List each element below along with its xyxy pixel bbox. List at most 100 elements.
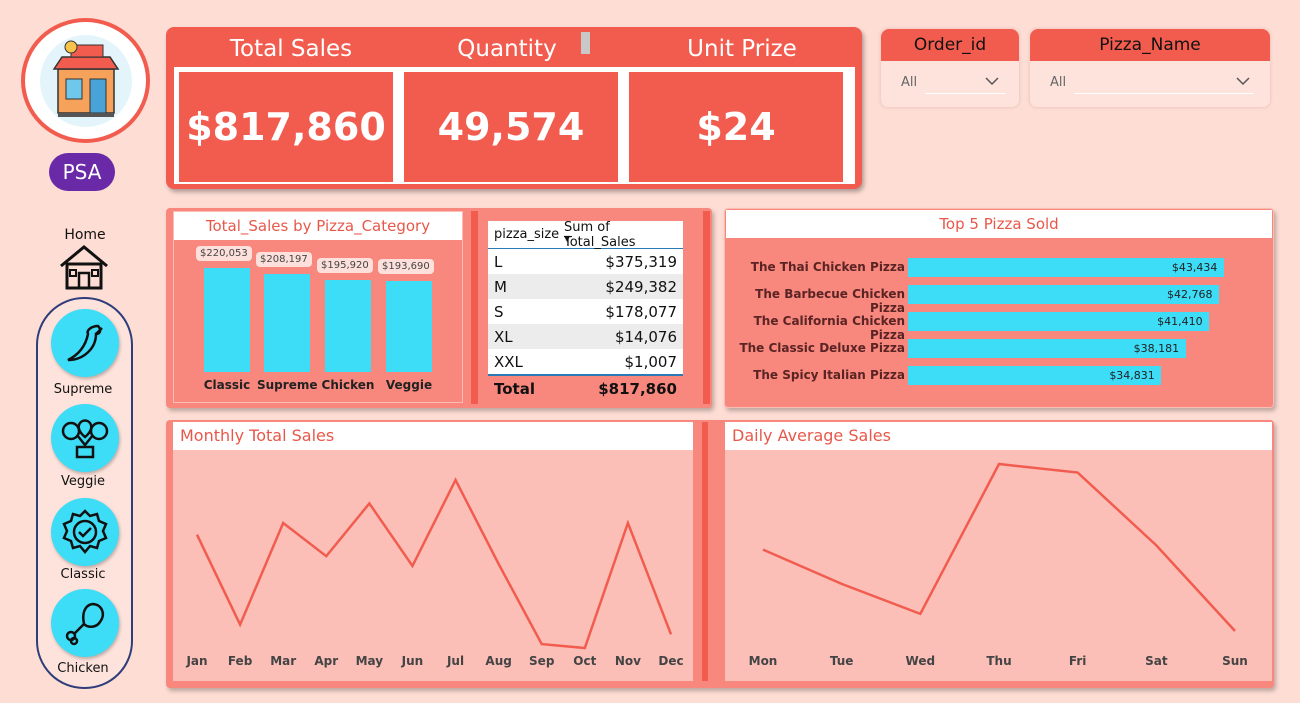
divider xyxy=(702,422,708,681)
brand-badge[interactable]: PSA xyxy=(49,153,115,191)
x-axis-label: Mar xyxy=(270,654,297,668)
pizza-size-table: pizza_size Sum of Total_Sales ▼ L $375,31… xyxy=(488,220,683,402)
x-axis-label: Wed xyxy=(905,654,936,668)
divider xyxy=(471,211,478,404)
nav-chicken-label: Chicken xyxy=(57,661,109,676)
x-axis-label: Jul xyxy=(446,654,465,668)
broccoli-pot-icon xyxy=(61,419,109,459)
order-id-slicer-title: Order_id xyxy=(881,29,1019,61)
daily-svg xyxy=(762,462,1236,632)
x-axis-label: Oct xyxy=(573,654,597,668)
nav-classic-label: Classic xyxy=(60,567,106,582)
unit-price-card: $24 xyxy=(629,72,843,182)
table-col-sales-label: Sum of Total_Sales xyxy=(564,219,636,250)
category-chart-area: $220,053 Classic $208,197 Supreme $195,920 Ch… xyxy=(174,240,462,402)
table-row: S $178,077 xyxy=(488,299,683,324)
store-logo xyxy=(21,18,150,143)
x-axis-label: May xyxy=(355,654,384,668)
bar-data-label: $195,920 xyxy=(317,257,373,273)
category-axis-label: Chicken xyxy=(321,378,375,392)
x-axis-label: Sep xyxy=(529,654,555,668)
divider xyxy=(703,211,710,404)
category-axis-label: Supreme xyxy=(257,378,318,392)
top5-category-label: The Classic Deluxe Pizza xyxy=(739,341,905,355)
category-bar[interactable] xyxy=(264,273,310,372)
pizza-name-slicer-title: Pizza_Name xyxy=(1030,29,1270,61)
top5-category-label: The Barbecue Chicken Pizza xyxy=(755,287,905,315)
top5-category-label: The California Chicken Pizza xyxy=(753,314,905,342)
monthly-chart-card: Monthly Total Sales Jan Feb Mar Apr May Jun Ju… xyxy=(173,422,693,681)
chevron-down-icon[interactable] xyxy=(1236,71,1250,90)
table-total-row: Total $817,860 xyxy=(488,374,683,402)
nav-supreme-label: Supreme xyxy=(53,382,113,397)
nav-classic-button[interactable] xyxy=(51,498,119,566)
scroll-handle[interactable] xyxy=(581,32,590,54)
category-axis-label: Veggie xyxy=(385,378,433,392)
top5-category-label: The Thai Chicken Pizza xyxy=(750,260,905,274)
table-header: pizza_size Sum of Total_Sales ▼ xyxy=(488,220,683,250)
x-axis-label: Nov xyxy=(614,654,641,668)
x-axis-label: Jun xyxy=(401,654,424,668)
x-axis-label: Fri xyxy=(1068,654,1087,668)
table-row: M $249,382 xyxy=(488,274,683,299)
top5-category-label: The Spicy Italian Pizza xyxy=(753,368,905,382)
table-col-size[interactable]: pizza_size xyxy=(488,227,559,242)
kpi-cards-frame: $817,860 49,574 $24 xyxy=(174,67,855,184)
table-cell: XXL xyxy=(494,352,523,371)
kpi-panel: Total Sales Quantity Unit Prize $817,860… xyxy=(166,27,862,189)
x-axis-label: Jan xyxy=(186,654,208,668)
trend-panel: Monthly Total Sales Jan Feb Mar Apr May Jun Ju… xyxy=(166,420,1274,688)
unit-price-title: Unit Prize xyxy=(687,36,797,62)
pizza-store-icon xyxy=(39,34,132,127)
category-bar[interactable] xyxy=(325,279,371,372)
x-axis-label: Dec xyxy=(658,654,684,668)
pizza-name-slicer: Pizza_Name All xyxy=(1029,28,1271,108)
top5-data-label: $34,831 xyxy=(1109,369,1155,382)
table-cell: $178,077 xyxy=(605,302,677,321)
sort-desc-icon[interactable]: ▼ xyxy=(564,234,570,243)
category-chart-card: Total_Sales by Pizza_Category $220,053 Cl… xyxy=(173,211,463,403)
nav-veggie-label: Veggie xyxy=(61,474,105,489)
daily-chart-area: Mon Tue Wed Thu Fri Sat Sun xyxy=(725,450,1272,681)
pizza-name-slicer-value[interactable]: All xyxy=(1050,75,1066,90)
top5-data-label: $43,434 xyxy=(1171,261,1218,274)
home-label: Home xyxy=(64,227,106,243)
table-col-sales[interactable]: Sum of Total_Sales ▼ xyxy=(558,220,683,250)
x-axis-label: Tue xyxy=(829,654,854,668)
table-cell: S xyxy=(494,302,504,321)
chili-pepper-icon xyxy=(67,324,103,362)
daily-series-line[interactable] xyxy=(762,462,1236,632)
bar-data-label: $193,690 xyxy=(378,258,434,274)
top5-data-label: $41,410 xyxy=(1157,315,1203,328)
chevron-down-icon[interactable] xyxy=(985,71,999,90)
table-row: L $375,319 xyxy=(488,249,683,274)
top5-chart-title: Top 5 Pizza Sold xyxy=(726,210,1272,238)
x-axis-label: Aug xyxy=(485,654,512,668)
table-total-value: $817,860 xyxy=(598,380,677,398)
monthly-series-line[interactable] xyxy=(195,477,673,650)
nav-chicken-button[interactable] xyxy=(51,589,119,657)
category-chart-title: Total_Sales by Pizza_Category xyxy=(174,212,462,240)
top5-data-label: $38,181 xyxy=(1133,342,1180,355)
nav-supreme-button[interactable] xyxy=(51,309,119,377)
x-axis-label: Thu xyxy=(986,654,1012,668)
x-axis-label: Apr xyxy=(314,654,339,668)
x-axis-label: Sat xyxy=(1145,654,1168,668)
table-cell: L xyxy=(494,252,503,271)
top5-chart-area: The Thai Chicken Pizza $43,434 The Barbecu… xyxy=(725,238,1271,402)
x-axis-label: Mon xyxy=(748,654,778,668)
table-total-label: Total xyxy=(494,380,535,398)
category-bar[interactable] xyxy=(386,280,432,372)
bar-data-label: $220,053 xyxy=(196,246,252,262)
category-bar[interactable] xyxy=(204,268,250,372)
total-sales-card: $817,860 xyxy=(179,72,393,182)
badge-check-icon xyxy=(62,509,108,554)
daily-chart-title: Daily Average Sales xyxy=(725,422,1272,450)
home-icon[interactable] xyxy=(58,244,110,294)
table-row: XL $14,076 xyxy=(488,324,683,349)
nav-veggie-button[interactable] xyxy=(51,404,119,472)
monthly-svg xyxy=(195,477,673,650)
table-cell: $14,076 xyxy=(614,327,677,346)
order-id-slicer-value[interactable]: All xyxy=(901,75,917,90)
total-sales-title: Total Sales xyxy=(229,36,353,62)
